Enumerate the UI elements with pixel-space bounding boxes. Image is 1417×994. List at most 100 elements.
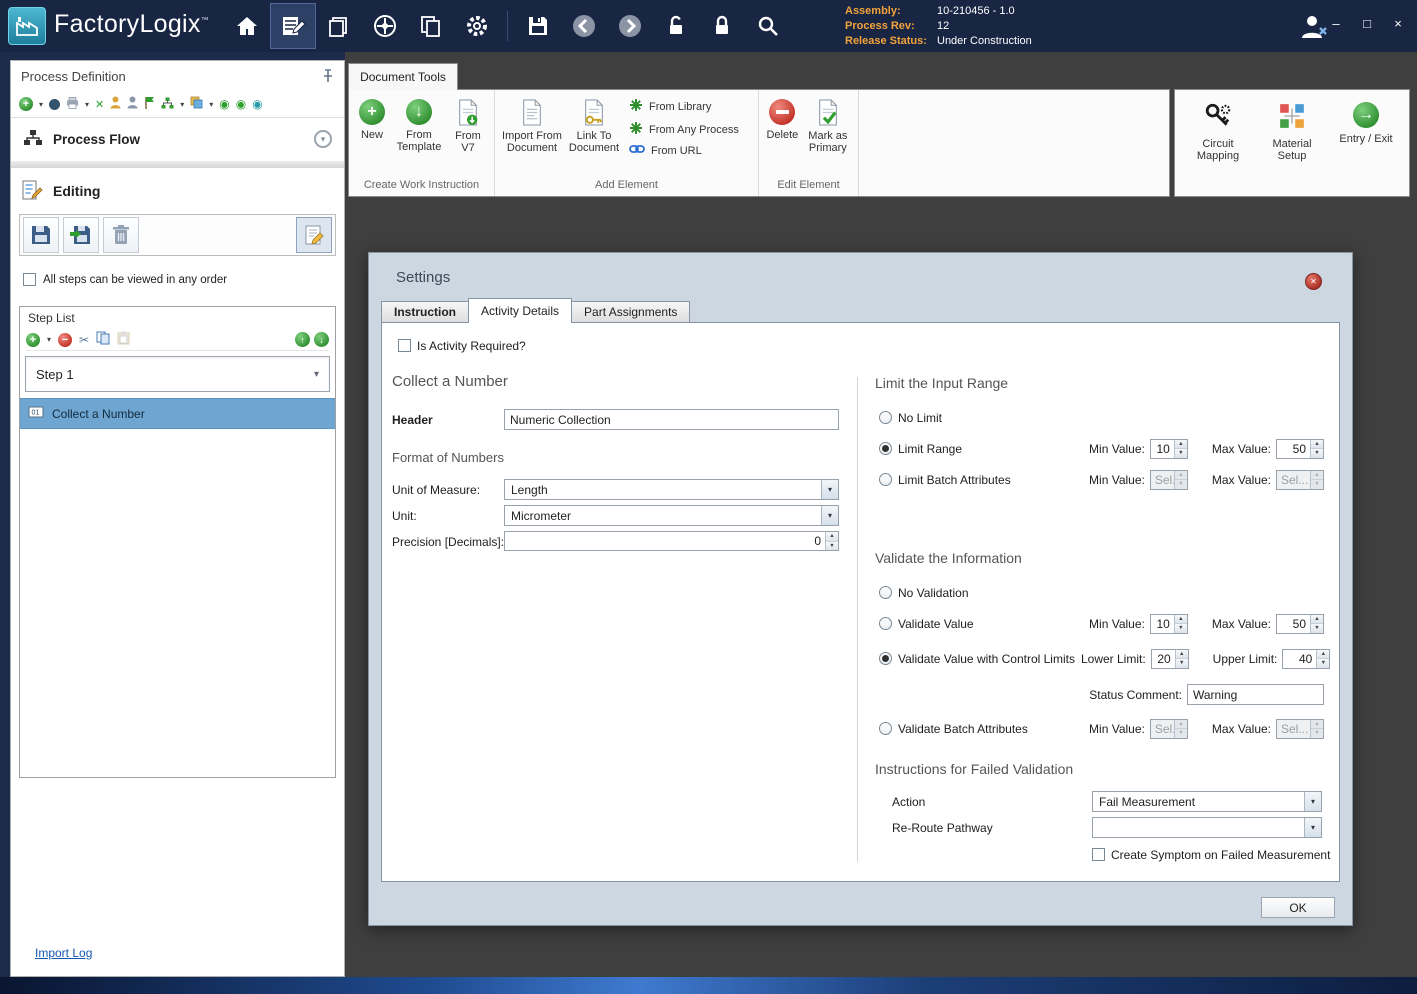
globe-icon[interactable]: [49, 99, 60, 110]
step-activity-item[interactable]: 01 Collect a Number: [20, 398, 335, 429]
from-v7-button[interactable]: From V7: [447, 96, 489, 154]
unit-of-measure-select[interactable]: Length: [504, 479, 839, 500]
from-url-button[interactable]: From URL: [629, 144, 739, 157]
new-button[interactable]: New: [353, 96, 391, 141]
save-button[interactable]: [515, 3, 561, 49]
globe-green-icon[interactable]: [219, 97, 229, 111]
dropdown-arrow-icon[interactable]: [821, 506, 838, 525]
collapse-chevron-icon[interactable]: [314, 130, 332, 148]
no-limit-row: No Limit: [879, 407, 1324, 428]
move-down-icon[interactable]: [314, 332, 329, 347]
minimize-button[interactable]: –: [1329, 16, 1343, 31]
dropdown-arrow-icon[interactable]: [1304, 818, 1321, 837]
limit-range-max-spinner[interactable]: 50: [1276, 439, 1324, 459]
close-button[interactable]: ×: [1391, 16, 1405, 31]
from-template-button[interactable]: From Template: [391, 96, 447, 153]
remove-step-icon[interactable]: [58, 333, 72, 347]
step-selector[interactable]: Step 1: [25, 356, 330, 392]
remove-icon[interactable]: [95, 98, 104, 111]
home-button[interactable]: [224, 3, 270, 49]
dispatch-button[interactable]: [362, 3, 408, 49]
lower-limit-spinner[interactable]: 20: [1151, 649, 1189, 669]
copy-icon[interactable]: [96, 331, 110, 348]
validate-value-min-spinner[interactable]: 10: [1150, 614, 1188, 634]
validate-value-max-spinner[interactable]: 50: [1276, 614, 1324, 634]
back-button[interactable]: [561, 3, 607, 49]
logout-user-button[interactable]: [1296, 10, 1332, 44]
process-definition-button[interactable]: [270, 3, 316, 49]
no-limit-radio[interactable]: [879, 411, 892, 424]
add-icon[interactable]: [19, 97, 33, 111]
documents-button[interactable]: [408, 3, 454, 49]
move-up-icon[interactable]: [295, 332, 310, 347]
process-definition-panel: Process Definition: [10, 60, 345, 977]
delete-element-button[interactable]: Delete: [763, 96, 802, 141]
paste-icon[interactable]: [117, 331, 130, 348]
limit-batch-radio[interactable]: [879, 473, 892, 486]
lock-button[interactable]: [699, 3, 745, 49]
upper-limit-spinner[interactable]: 40: [1282, 649, 1330, 669]
import-button[interactable]: [63, 217, 99, 253]
pin-icon[interactable]: [322, 69, 334, 86]
flag-icon[interactable]: [144, 96, 155, 112]
settings-button[interactable]: [454, 3, 500, 49]
reroute-pathway-select[interactable]: [1092, 817, 1322, 838]
person-gold-icon[interactable]: [110, 96, 121, 112]
create-symptom-checkbox[interactable]: [1092, 848, 1105, 861]
dropdown-arrow-icon[interactable]: [1304, 792, 1321, 811]
print-dropdown-caret-icon[interactable]: [85, 100, 89, 109]
no-validation-radio[interactable]: [879, 586, 892, 599]
activity-required-checkbox[interactable]: [398, 339, 411, 352]
work-orders-button[interactable]: [316, 3, 362, 49]
circuit-mapping-button[interactable]: Circuit Mapping: [1185, 102, 1251, 162]
from-library-button[interactable]: From Library: [629, 98, 739, 115]
import-log-link[interactable]: Import Log: [35, 946, 92, 960]
validate-batch-radio[interactable]: [879, 722, 892, 735]
unit-select[interactable]: Micrometer: [504, 505, 839, 526]
process-definition-icon: [280, 13, 306, 39]
add-dropdown-caret-icon[interactable]: [39, 100, 43, 109]
ok-button[interactable]: OK: [1261, 897, 1335, 918]
action-select[interactable]: Fail Measurement: [1092, 791, 1322, 812]
spin-down-icon[interactable]: [826, 541, 838, 551]
entry-exit-button[interactable]: Entry / Exit: [1333, 102, 1399, 145]
maximize-button[interactable]: □: [1360, 16, 1374, 31]
add-step-caret-icon[interactable]: [47, 335, 51, 344]
hierarchy-icon[interactable]: [161, 97, 174, 112]
import-from-document-button[interactable]: Import From Document: [499, 96, 565, 154]
dialog-close-button[interactable]: [1305, 273, 1322, 290]
edit-work-instruction-button[interactable]: [296, 217, 332, 253]
any-order-checkbox[interactable]: [23, 273, 36, 286]
forward-button[interactable]: [607, 3, 653, 49]
layers-dropdown-caret-icon[interactable]: [209, 100, 213, 109]
dropdown-arrow-icon[interactable]: [821, 480, 838, 499]
unlock-button[interactable]: [653, 3, 699, 49]
print-icon[interactable]: [66, 97, 79, 112]
spin-up-icon[interactable]: [826, 532, 838, 541]
save-step-button[interactable]: [23, 217, 59, 253]
header-input[interactable]: [504, 409, 839, 430]
limit-range-min-spinner[interactable]: 10: [1150, 439, 1188, 459]
record-icon[interactable]: [236, 97, 246, 111]
mark-as-primary-button[interactable]: Mark as Primary: [802, 96, 854, 154]
audit-search-button[interactable]: [745, 3, 791, 49]
limit-range-radio[interactable]: [879, 442, 892, 455]
document-tools-tab[interactable]: Document Tools: [348, 63, 458, 90]
tab-instruction[interactable]: Instruction: [381, 301, 469, 323]
tab-activity-details[interactable]: Activity Details: [468, 298, 572, 323]
validate-value-radio[interactable]: [879, 617, 892, 630]
person-gray-icon[interactable]: [127, 96, 138, 112]
link-to-document-button[interactable]: Link To Document: [565, 96, 623, 154]
cut-icon[interactable]: [79, 333, 89, 347]
status-comment-input[interactable]: [1187, 684, 1324, 705]
add-step-icon[interactable]: [26, 333, 40, 347]
globe-teal-icon[interactable]: [252, 97, 262, 111]
precision-spinner[interactable]: 0: [504, 531, 839, 551]
layers-icon[interactable]: [190, 96, 203, 112]
hierarchy-dropdown-caret-icon[interactable]: [180, 100, 184, 109]
delete-step-button[interactable]: [103, 217, 139, 253]
from-any-process-button[interactable]: From Any Process: [629, 121, 739, 138]
material-setup-button[interactable]: Material Setup: [1259, 102, 1325, 162]
tab-part-assignments[interactable]: Part Assignments: [571, 301, 690, 323]
control-limits-radio[interactable]: [879, 652, 892, 665]
